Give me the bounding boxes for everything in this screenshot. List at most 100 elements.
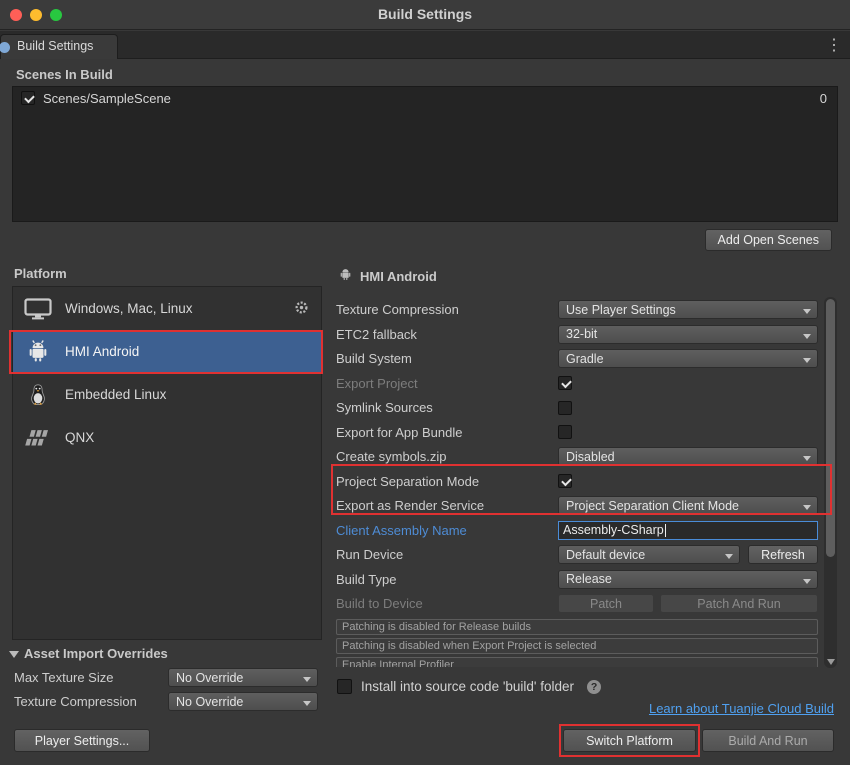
setting-row: Project Separation Mode (336, 472, 818, 491)
setting-row: Build to Device Patch Patch And Run (336, 594, 818, 613)
scene-row[interactable]: Scenes/SampleScene 0 (13, 87, 837, 109)
disclosure-triangle-icon[interactable] (9, 651, 19, 658)
minimize-button[interactable] (30, 9, 42, 21)
platform-item-hmi-android[interactable]: HMI Android (13, 330, 321, 373)
texture-compression-label: Texture Compression (336, 302, 558, 317)
patch-button: Patch (558, 594, 654, 613)
build-system-label: Build System (336, 351, 558, 366)
client-assembly-name-label: Client Assembly Name (336, 523, 558, 538)
texture-compression-dropdown[interactable]: Use Player Settings (558, 300, 818, 319)
scrollbar-down-arrow-icon[interactable] (827, 659, 835, 665)
symlink-sources-checkbox[interactable] (558, 401, 572, 415)
install-source-build-label: Install into source code 'build' folder (361, 679, 574, 694)
etc2-fallback-dropdown[interactable]: 32-bit (558, 325, 818, 344)
platform-item-embedded-linux[interactable]: Embedded Linux (13, 373, 321, 416)
platform-list: Windows, Mac, Linux (12, 286, 322, 640)
scene-checkbox[interactable] (21, 91, 35, 105)
run-device-label: Run Device (336, 547, 558, 562)
scene-label: Scenes/SampleScene (43, 91, 812, 106)
scenes-list[interactable]: Scenes/SampleScene 0 (12, 86, 838, 222)
max-texture-size-dropdown[interactable]: No Override (168, 668, 318, 687)
patch-and-run-button: Patch And Run (660, 594, 818, 613)
kebab-menu-icon[interactable]: ⋮ (824, 34, 844, 58)
setting-row: Build Type Release (336, 570, 818, 589)
close-button[interactable] (10, 9, 22, 21)
scenes-in-build-header: Scenes In Build (16, 67, 113, 82)
settings-scrollbar[interactable] (824, 297, 837, 668)
platform-item-qnx[interactable]: QNX (13, 416, 321, 459)
dropdown-value: No Override (176, 671, 243, 685)
scrollbar-thumb[interactable] (826, 299, 835, 557)
help-icon[interactable]: ? (587, 680, 601, 694)
asset-import-overrides-header[interactable]: Asset Import Overrides (24, 646, 168, 661)
create-symbols-dropdown[interactable]: Disabled (558, 447, 818, 466)
setting-row: Export for App Bundle (336, 423, 818, 442)
export-render-service-label: Export as Render Service (336, 498, 558, 513)
platform-item-label: HMI Android (65, 344, 311, 359)
clipped-setting-row: Enable Internal Profiler (336, 657, 818, 667)
platform-item-label: Embedded Linux (65, 387, 311, 402)
build-to-device-label: Build to Device (336, 596, 558, 611)
tab-build-settings[interactable]: Build Settings (0, 34, 118, 59)
dropdown-value: Gradle (566, 352, 604, 366)
export-app-bundle-checkbox[interactable] (558, 425, 572, 439)
gear-icon[interactable] (294, 300, 309, 318)
setting-row: ETC2 fallback 32-bit (336, 325, 818, 344)
dropdown-value: 32-bit (566, 327, 597, 341)
cloud-build-link[interactable]: Learn about Tuanjie Cloud Build (649, 701, 834, 716)
symlink-sources-label: Symlink Sources (336, 400, 558, 415)
dropdown-value: Release (566, 572, 612, 586)
build-type-dropdown[interactable]: Release (558, 570, 818, 589)
enable-internal-profiler-label: Enable Internal Profiler (336, 657, 818, 667)
build-system-dropdown[interactable]: Gradle (558, 349, 818, 368)
export-project-checkbox (558, 376, 572, 390)
scene-build-index: 0 (820, 91, 829, 106)
qnx-icon (23, 427, 53, 449)
tab-label: Build Settings (17, 39, 93, 53)
input-value: Assembly-CSharp (563, 523, 664, 537)
platform-settings: Texture Compression Use Player Settings … (336, 300, 818, 667)
monitor-icon (23, 298, 53, 320)
build-type-label: Build Type (336, 572, 558, 587)
zoom-button[interactable] (50, 9, 62, 21)
texture-compression-override-label: Texture Compression (14, 694, 137, 709)
switch-platform-button[interactable]: Switch Platform (563, 729, 696, 752)
dropdown-value: Project Separation Client Mode (566, 499, 739, 513)
info-patching-export: Patching is disabled when Export Project… (336, 638, 818, 654)
setting-row: Symlink Sources (336, 398, 818, 417)
export-render-service-dropdown[interactable]: Project Separation Client Mode (558, 496, 818, 515)
info-patching-release: Patching is disabled for Release builds (336, 619, 818, 635)
tab-bar: Build Settings ⋮ (0, 31, 850, 59)
export-app-bundle-label: Export for App Bundle (336, 425, 558, 440)
dropdown-value: No Override (176, 695, 243, 709)
platform-item-windows-mac-linux[interactable]: Windows, Mac, Linux (13, 287, 321, 330)
player-settings-button[interactable]: Player Settings... (14, 729, 150, 752)
platform-item-label: Windows, Mac, Linux (65, 301, 282, 316)
titlebar: Build Settings (0, 0, 850, 30)
texture-compression-override-dropdown[interactable]: No Override (168, 692, 318, 711)
dropdown-value: Default device (566, 548, 645, 562)
build-and-run-button[interactable]: Build And Run (702, 729, 834, 752)
text-caret (665, 524, 666, 537)
refresh-button[interactable]: Refresh (748, 545, 818, 564)
client-assembly-name-input[interactable]: Assembly-CSharp (558, 521, 818, 540)
window-icon (0, 42, 10, 53)
setting-row: Client Assembly Name Assembly-CSharp (336, 521, 818, 540)
add-open-scenes-button[interactable]: Add Open Scenes (705, 229, 832, 251)
project-separation-mode-checkbox[interactable] (558, 474, 572, 488)
project-separation-mode-label: Project Separation Mode (336, 474, 558, 489)
install-source-build-row: Install into source code 'build' folder … (337, 679, 601, 694)
android-icon (338, 267, 353, 285)
selected-platform-title: HMI Android (360, 269, 437, 284)
setting-row: Export Project (336, 374, 818, 393)
run-device-dropdown[interactable]: Default device (558, 545, 740, 564)
setting-row: Create symbols.zip Disabled (336, 447, 818, 466)
platform-header: Platform (14, 266, 67, 281)
dropdown-value: Disabled (566, 450, 615, 464)
platform-item-label: QNX (65, 430, 311, 445)
export-project-label: Export Project (336, 376, 558, 391)
install-source-build-checkbox[interactable] (337, 679, 352, 694)
setting-row: Run Device Default device Refresh (336, 545, 818, 564)
android-icon (23, 339, 53, 365)
create-symbols-label: Create symbols.zip (336, 449, 558, 464)
